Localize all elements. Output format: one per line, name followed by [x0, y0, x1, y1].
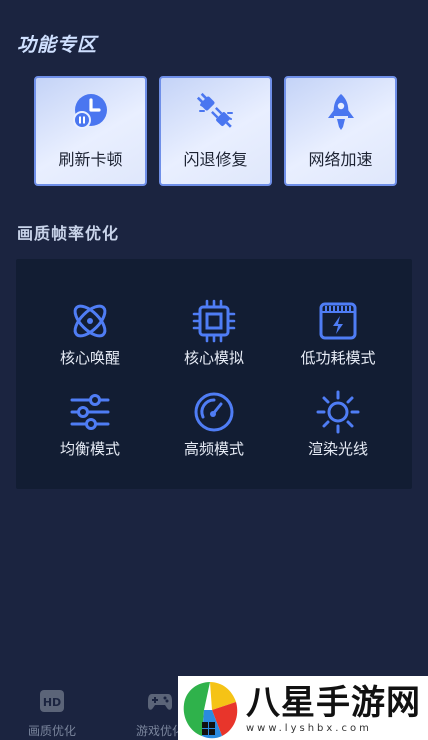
nav-item-quality[interactable]: HD 画质优化: [12, 688, 92, 739]
core-sim-label: 核心模拟: [183, 349, 244, 367]
atom-icon: [73, 304, 107, 338]
high-freq-label: 高频模式: [183, 440, 244, 458]
speedometer-icon: [194, 392, 234, 432]
high-freq-button[interactable]: 高频模式: [154, 390, 274, 459]
refresh-lag-card[interactable]: 刷新卡顿: [34, 76, 147, 186]
function-card-row: 刷新卡顿 闪退修复 网络加速: [34, 76, 397, 186]
rocket-icon: [327, 94, 354, 130]
sliders-icon: [70, 394, 110, 430]
low-power-label: 低功耗模式: [300, 349, 376, 367]
core-sim-button[interactable]: 核心模拟: [154, 299, 274, 368]
balanced-button[interactable]: 均衡模式: [30, 390, 150, 459]
watermark-url: www.lyshbx.com: [246, 722, 372, 734]
watermark-title: 八星手游网: [246, 682, 421, 723]
fps-section-title: 画质帧率优化: [17, 224, 120, 243]
site-watermark: 八星手游网 www.lyshbx.com: [178, 676, 428, 740]
sun-icon: [316, 390, 360, 434]
low-power-button[interactable]: 低功耗模式: [278, 299, 398, 368]
cpu-chip-icon: [192, 299, 236, 343]
crash-fix-label: 闪退修复: [183, 150, 248, 169]
ray-render-label: 渲染光线: [307, 440, 368, 458]
plug-icon: [196, 92, 233, 128]
nav-quality-label: 画质优化: [27, 724, 76, 738]
core-wake-button[interactable]: 核心唤醒: [30, 299, 150, 368]
nav-game-label: 游戏优化: [135, 724, 184, 738]
network-boost-card[interactable]: 网络加速: [284, 76, 397, 186]
watermark-logo-icon: [183, 682, 238, 739]
function-section-title: 功能专区: [17, 34, 98, 56]
core-wake-label: 核心唤醒: [59, 349, 120, 367]
gamepad-icon: [148, 694, 172, 710]
network-boost-label: 网络加速: [308, 150, 373, 169]
balanced-label: 均衡模式: [59, 440, 120, 458]
battery-bolt-icon: [319, 302, 357, 340]
crash-fix-card[interactable]: 闪退修复: [159, 76, 272, 186]
fps-mode-panel: 核心唤醒 核心模拟 低功耗模式 均衡模式 高频模式 渲染光线: [16, 259, 412, 489]
ray-render-button[interactable]: 渲染光线: [278, 390, 398, 459]
hd-icon: HD: [40, 690, 64, 712]
clock-pause-icon: [72, 94, 107, 129]
svg-text:HD: HD: [43, 696, 61, 709]
refresh-lag-label: 刷新卡顿: [58, 150, 123, 169]
